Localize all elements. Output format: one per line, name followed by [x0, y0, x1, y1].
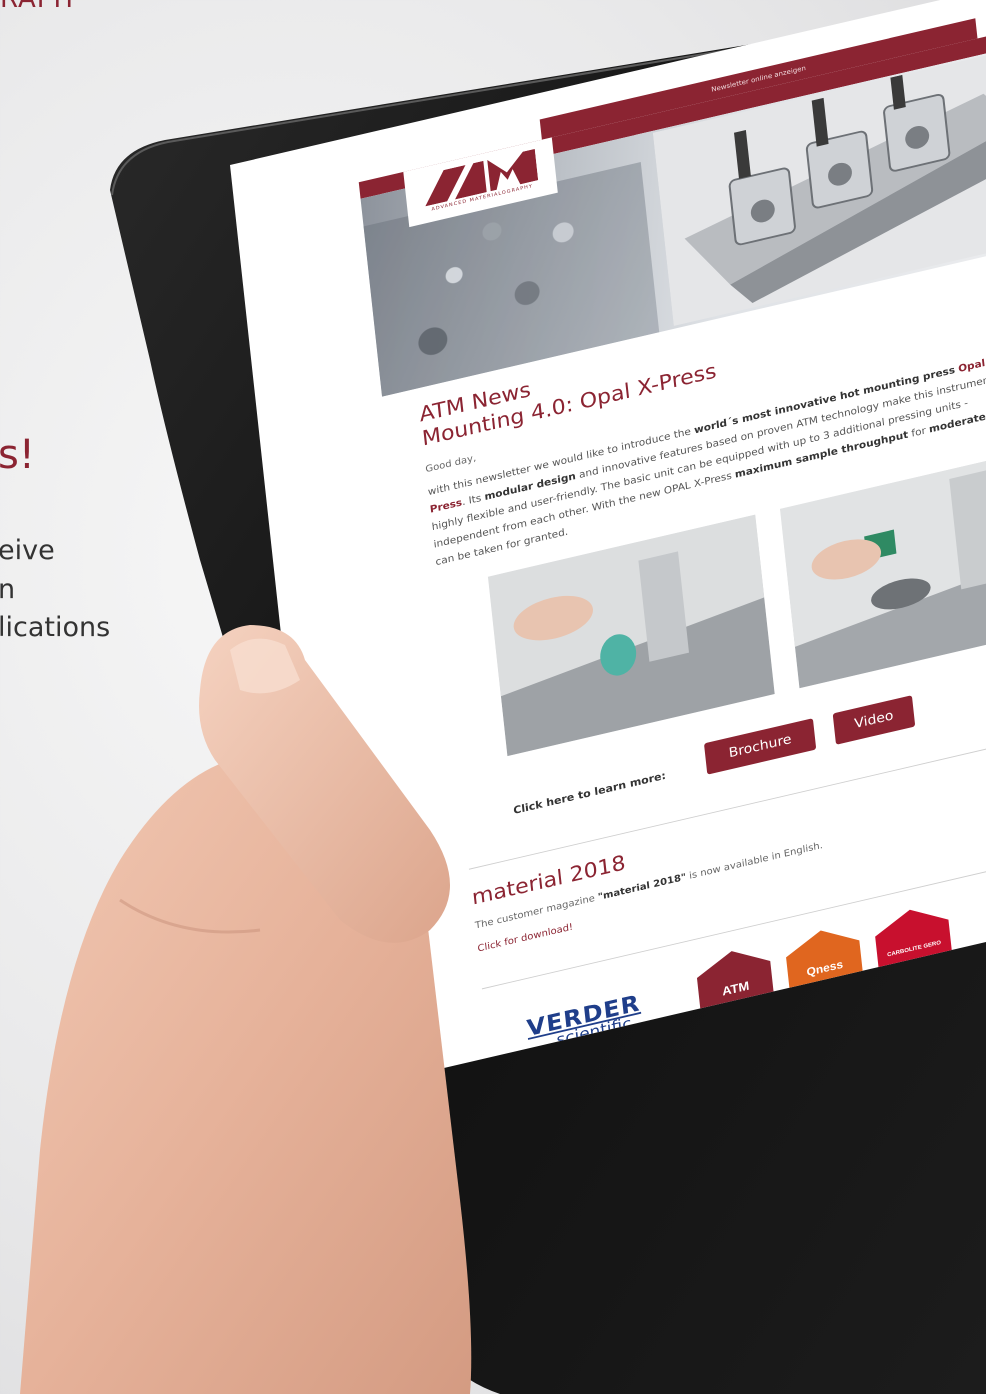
qness-hex-logo[interactable]: Qness	[781, 919, 869, 1015]
tablet-screen: Newsletter online anzeigen ADVANCED MATE…	[0, 0, 986, 1394]
video-button[interactable]: Video	[832, 695, 916, 745]
carbolite-hex-logo[interactable]: CARBOLITE GERO	[870, 899, 958, 995]
atm-hex-logo[interactable]: ATM	[692, 940, 780, 1036]
body-text: for	[907, 424, 930, 441]
verder-scientific-logo[interactable]: VERDER scientific	[526, 990, 644, 1057]
brochure-button[interactable]: Brochure	[703, 718, 817, 775]
email-newsletter[interactable]: Newsletter online anzeigen ADVANCED MATE…	[230, 0, 986, 1095]
body-text: . Its	[461, 491, 486, 509]
product-photo	[487, 514, 775, 757]
product-photo-graphic	[487, 514, 775, 757]
learn-more-label: Click here to learn more:	[512, 769, 667, 817]
